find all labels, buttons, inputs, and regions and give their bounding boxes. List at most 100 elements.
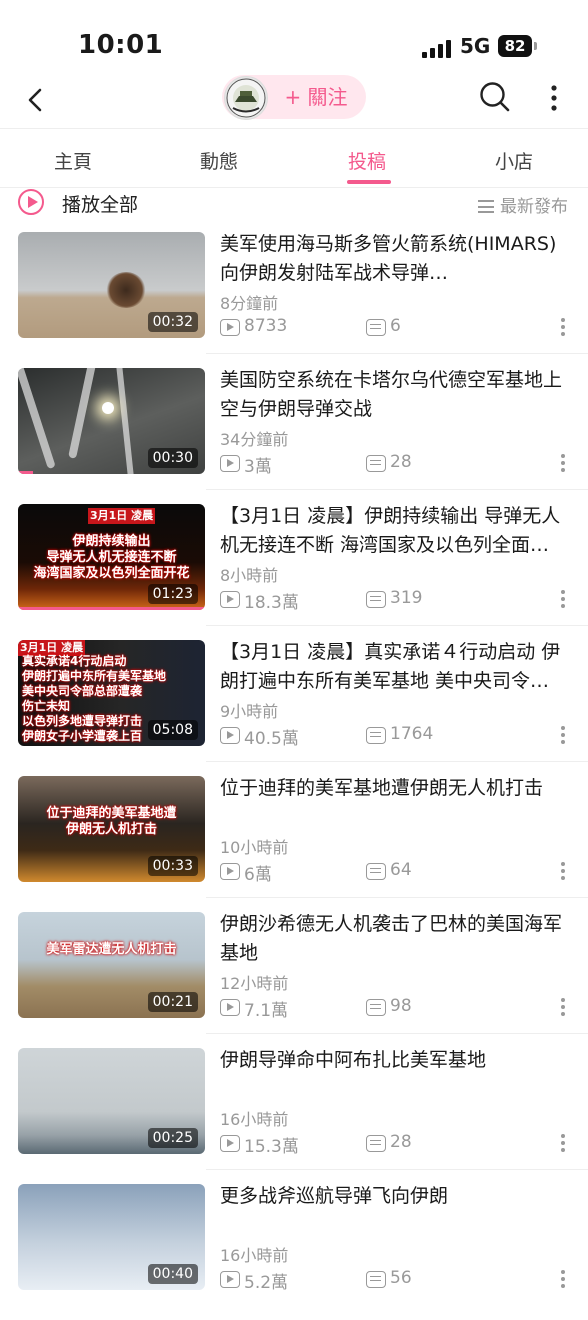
thumbnail-date-caption: 3月1日 凌晨 — [88, 508, 156, 524]
watch-progress — [18, 607, 205, 610]
more-options-icon[interactable] — [561, 454, 567, 474]
video-time-ago: 9小時前 — [220, 702, 279, 721]
video-time-ago: 8小時前 — [220, 566, 279, 585]
video-thumbnail[interactable]: 00:32 — [18, 232, 205, 338]
video-title[interactable]: 更多战斧巡航导弹飞向伊朗 — [220, 1182, 570, 1211]
video-item[interactable]: 3月1日 凌晨 伊朗持续输出 导弹无人机无接连不断 海湾国家及以色列全面开花 0… — [0, 489, 588, 640]
thumbnail-caption: 位于迪拜的美军基地遭 — [46, 806, 177, 821]
active-tab-indicator — [347, 180, 391, 184]
video-item[interactable]: 00:32 美军使用海马斯多管火箭系统(HIMARS) 向伊朗发射陆军战术导弹…… — [0, 232, 588, 368]
video-stats: 7.1萬 98 — [220, 996, 570, 1021]
video-title[interactable]: 伊朗沙希德无人机袭击了巴林的美国海军基地 — [220, 910, 570, 968]
video-thumbnail[interactable]: 位于迪拜的美军基地遭 伊朗无人机打击 00:33 — [18, 776, 205, 882]
video-title[interactable]: 【3月1日 凌晨】真实承诺４行动启动 伊朗打遍中东所有美军基地 美中央司令… — [220, 638, 570, 696]
video-thumbnail[interactable]: 美军雷达遭无人机打击 00:21 — [18, 912, 205, 1018]
missile-trail-graphic — [115, 368, 134, 474]
channel-tabs: 主頁 動態 投稿 小店 — [0, 128, 588, 188]
comment-count: 64 — [390, 860, 412, 880]
video-item[interactable]: 位于迪拜的美军基地遭 伊朗无人机打击 00:33 位于迪拜的美军基地遭伊朗无人机… — [0, 761, 588, 912]
video-thumbnail[interactable]: 3月1日 凌晨 真实承诺4行动启动 伊朗打遍中东所有美军基地 美中央司令部总部遭… — [18, 640, 205, 746]
back-button[interactable] — [22, 80, 54, 120]
more-vertical-icon — [551, 85, 557, 111]
follow-button[interactable]: + 關注 — [270, 75, 362, 119]
play-count-icon — [220, 727, 240, 744]
more-options-icon[interactable] — [561, 1270, 567, 1290]
video-item[interactable]: 00:30 美国防空系统在卡塔尔乌代德空军基地上空与伊朗导弹交战 34分鐘前 3… — [0, 353, 588, 504]
view-count: 18.3萬 — [244, 593, 299, 613]
cellular-signal-icon — [422, 38, 452, 58]
video-duration: 00:32 — [147, 312, 198, 332]
video-item[interactable]: 3月1日 凌晨 真实承诺4行动启动 伊朗打遍中东所有美军基地 美中央司令部总部遭… — [0, 625, 588, 776]
tab-uploads[interactable]: 投稿 — [348, 147, 386, 174]
video-duration: 00:21 — [147, 992, 198, 1012]
more-options-icon[interactable] — [561, 862, 567, 882]
play-all-button[interactable]: 播放全部 — [62, 190, 138, 217]
thumbnail-caption: 美中央司令部总部遭袭 — [22, 684, 143, 698]
thumbnail-caption: 真实承诺4行动启动 — [22, 654, 127, 668]
video-thumbnail[interactable]: 00:30 — [18, 368, 205, 474]
search-icon — [480, 82, 510, 112]
view-count: 15.3萬 — [244, 1137, 299, 1157]
view-count: 5.2萬 — [244, 1273, 289, 1293]
battery-tip — [534, 42, 537, 50]
video-title[interactable]: 伊朗导弹命中阿布扎比美军基地 — [220, 1046, 570, 1075]
video-time-ago: 34分鐘前 — [220, 430, 289, 449]
more-options-icon[interactable] — [561, 1134, 567, 1154]
missile-trail-graphic — [68, 368, 101, 459]
tab-home[interactable]: 主頁 — [54, 147, 92, 174]
comment-count: 1764 — [390, 724, 434, 744]
avatar-emblem-icon — [226, 78, 266, 118]
view-count: 40.5萬 — [244, 729, 299, 749]
video-stats: 8733 6 — [220, 316, 570, 338]
comment-count: 6 — [390, 316, 401, 336]
battery-icon: 82 — [498, 35, 532, 57]
comment-count: 28 — [390, 452, 412, 472]
top-nav: + 關注 — [0, 72, 588, 128]
video-title[interactable]: 美军使用海马斯多管火箭系统(HIMARS) 向伊朗发射陆军战术导弹… — [220, 230, 570, 288]
channel-avatar[interactable] — [224, 76, 268, 120]
video-duration: 01:23 — [147, 584, 198, 604]
video-stats: 6萬 64 — [220, 860, 570, 885]
video-duration: 00:40 — [147, 1264, 198, 1284]
watch-progress — [18, 471, 33, 474]
comment-count-icon — [366, 319, 386, 336]
more-options-icon[interactable] — [561, 590, 567, 610]
tab-dynamics[interactable]: 動態 — [200, 147, 238, 174]
video-item[interactable]: 00:25 伊朗导弹命中阿布扎比美军基地 16小時前 15.3萬 28 — [0, 1033, 588, 1184]
comment-count-icon — [366, 1135, 386, 1152]
video-title[interactable]: 美国防空系统在卡塔尔乌代德空军基地上空与伊朗导弹交战 — [220, 366, 570, 424]
sort-list-icon — [478, 200, 494, 213]
comment-count: 28 — [390, 1132, 412, 1152]
more-options-icon[interactable] — [561, 318, 567, 338]
video-duration: 00:30 — [147, 448, 198, 468]
more-options-icon[interactable] — [561, 726, 567, 746]
video-item[interactable]: 00:40 更多战斧巡航导弹飞向伊朗 16小時前 5.2萬 56 — [0, 1169, 588, 1320]
video-time-ago: 16小時前 — [220, 1110, 289, 1129]
tab-shop[interactable]: 小店 — [495, 147, 533, 174]
follow-chip[interactable]: + 關注 — [222, 75, 366, 120]
play-count-icon — [220, 1135, 240, 1152]
more-button[interactable] — [540, 82, 568, 114]
video-thumbnail[interactable]: 00:25 — [18, 1048, 205, 1154]
status-time: 10:01 — [78, 30, 164, 60]
video-thumbnail[interactable]: 00:40 — [18, 1184, 205, 1290]
comment-count-icon — [366, 591, 386, 608]
video-thumbnail[interactable]: 3月1日 凌晨 伊朗持续输出 导弹无人机无接连不断 海湾国家及以色列全面开花 0… — [18, 504, 205, 610]
view-count: 6萬 — [244, 865, 272, 885]
play-count-icon — [220, 319, 240, 336]
video-time-ago: 16小時前 — [220, 1246, 289, 1265]
play-count-icon — [220, 591, 240, 608]
view-count: 3萬 — [244, 457, 272, 477]
status-bar: 10:01 5G 82 — [0, 0, 588, 80]
play-circle-icon[interactable] — [18, 189, 44, 215]
sort-button[interactable]: 最新發布 — [478, 192, 568, 217]
more-options-icon[interactable] — [561, 998, 567, 1018]
sort-label: 最新發布 — [500, 197, 568, 217]
video-title[interactable]: 【3月1日 凌晨】伊朗持续输出 导弹无人机无接连不断 海湾国家及以色列全面… — [220, 502, 570, 560]
thumbnail-caption: 伊朗无人机打击 — [65, 822, 157, 837]
video-item[interactable]: 美军雷达遭无人机打击 00:21 伊朗沙希德无人机袭击了巴林的美国海军基地 12… — [0, 897, 588, 1048]
video-stats: 3萬 28 — [220, 452, 570, 477]
video-title[interactable]: 位于迪拜的美军基地遭伊朗无人机打击 — [220, 774, 570, 803]
search-button[interactable] — [478, 80, 512, 114]
video-time-ago: 8分鐘前 — [220, 294, 279, 313]
